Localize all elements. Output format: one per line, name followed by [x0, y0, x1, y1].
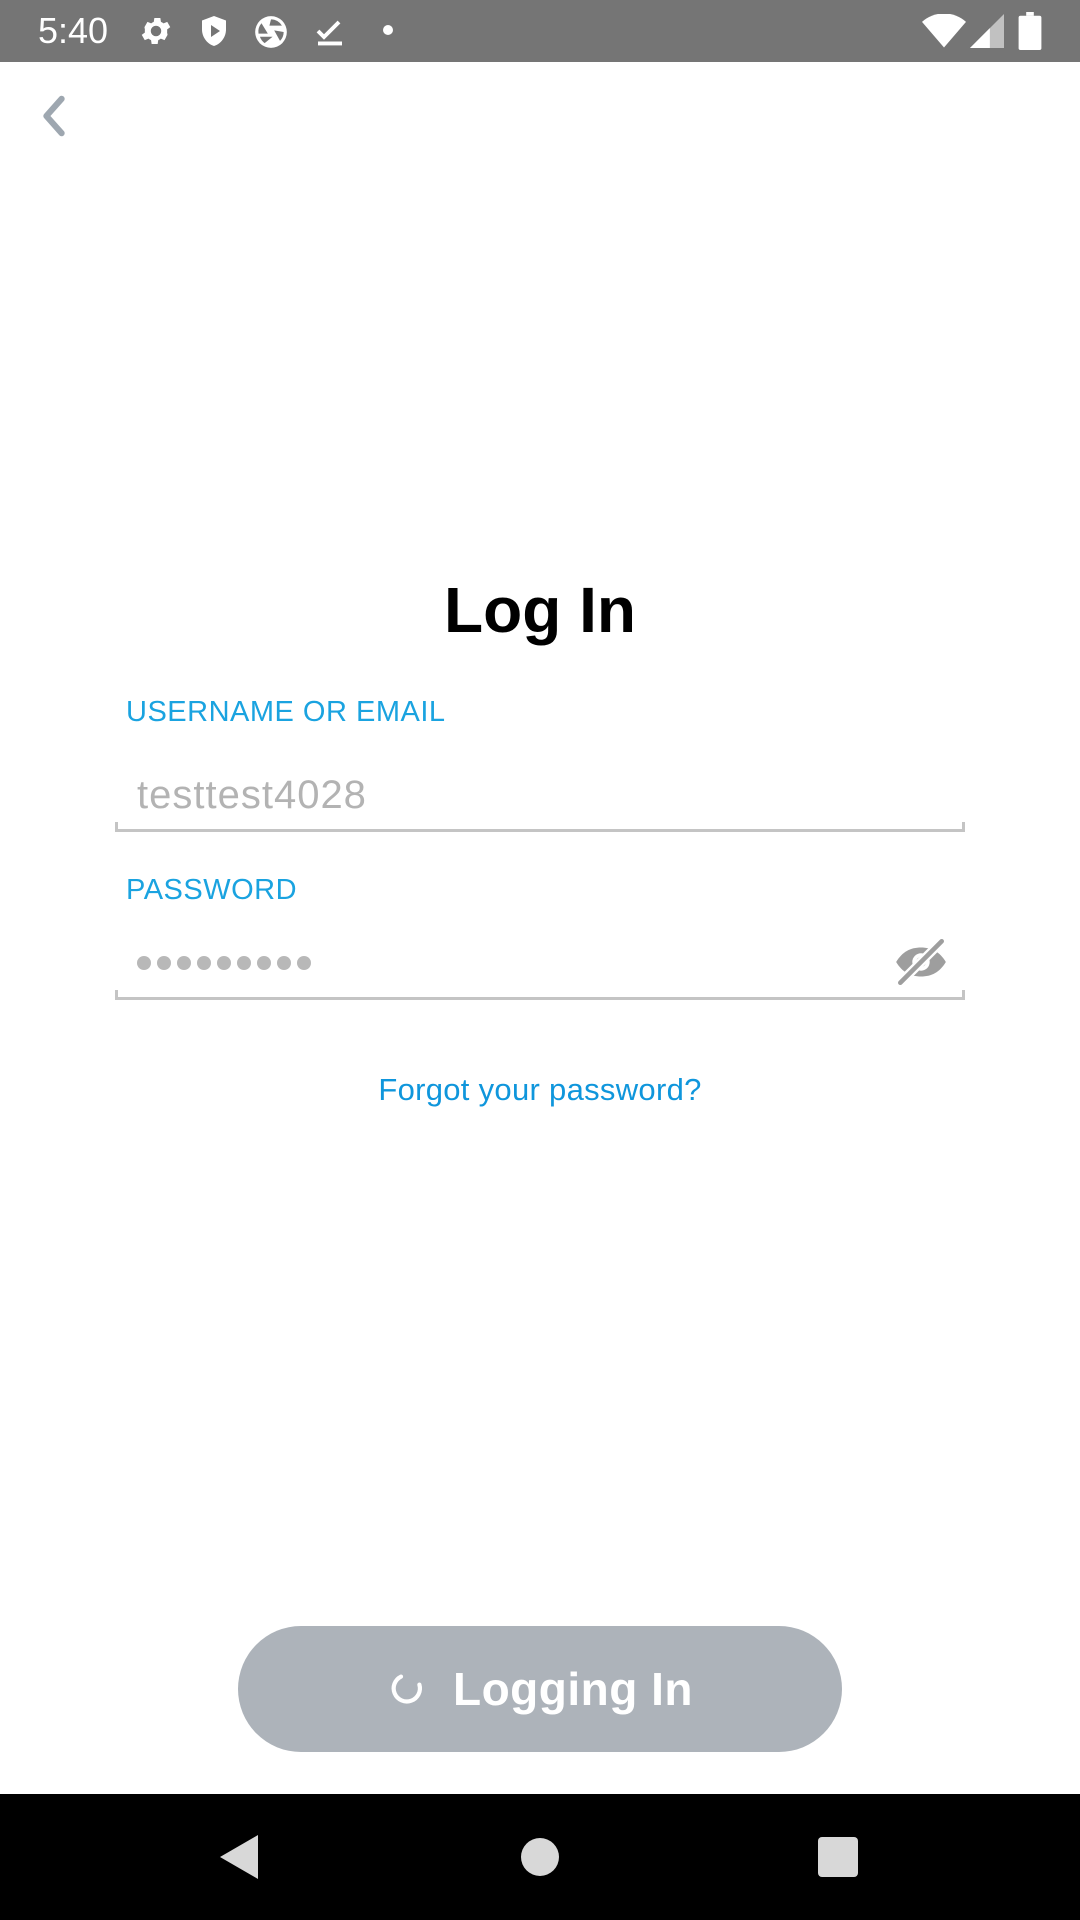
login-button[interactable]: Logging In [238, 1626, 842, 1752]
password-label: PASSWORD [126, 874, 298, 906]
password-masked-value [137, 950, 311, 976]
password-dot [277, 956, 291, 970]
password-dot [157, 956, 171, 970]
dot-icon [380, 22, 396, 38]
nav-home-button[interactable] [510, 1827, 570, 1887]
login-button-label: Logging In [452, 1663, 694, 1715]
page-title: Log In [444, 574, 636, 646]
nav-recents-button[interactable] [808, 1827, 868, 1887]
password-dot [197, 956, 211, 970]
password-dot [237, 956, 251, 970]
recents-square-icon [818, 1837, 858, 1877]
chevron-left-icon [43, 95, 65, 137]
password-field[interactable] [115, 930, 965, 1000]
cellular-signal-icon [970, 14, 1004, 48]
camera-aperture-icon [252, 13, 290, 51]
login-screen: 5:40 Log In USERNAME OR EMAIL testtest40… [0, 0, 1080, 1920]
forgot-password-link[interactable]: Forgot your password? [0, 1070, 1080, 1110]
password-visibility-toggle[interactable] [891, 934, 951, 990]
nav-back-button[interactable] [208, 1827, 268, 1887]
password-dot [297, 956, 311, 970]
username-label: USERNAME OR EMAIL [126, 696, 446, 728]
back-button[interactable] [30, 88, 78, 144]
shield-play-icon [196, 13, 232, 49]
status-time: 5:40 [38, 10, 109, 51]
download-done-icon [312, 13, 348, 49]
password-dot [217, 956, 231, 970]
gear-icon [138, 13, 174, 49]
status-bar: 5:40 [0, 0, 1080, 62]
username-field[interactable]: testtest4028 [115, 762, 965, 832]
back-triangle-icon [220, 1835, 258, 1879]
password-dot [137, 956, 151, 970]
navigation-bar [0, 1794, 1080, 1920]
home-circle-icon [521, 1838, 559, 1876]
wifi-icon [922, 14, 966, 48]
battery-icon [1018, 12, 1042, 50]
eye-off-icon [896, 937, 946, 987]
password-dot [257, 956, 271, 970]
username-value: testtest4028 [137, 773, 367, 817]
spinner-icon [391, 1674, 422, 1704]
password-dot [177, 956, 191, 970]
